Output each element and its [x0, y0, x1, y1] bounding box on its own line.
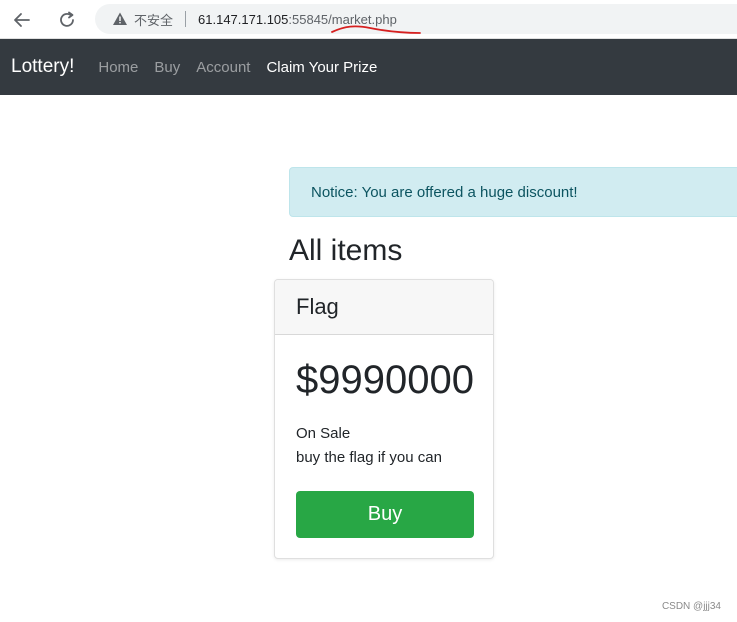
card-header: Flag	[275, 280, 493, 335]
nav-buy[interactable]: Buy	[154, 59, 180, 76]
item-description: On Sale buy the flag if you can	[296, 422, 442, 470]
brand-logo[interactable]: Lottery!	[11, 56, 74, 78]
browser-toolbar: 不安全 61.147.171.105:55845/market.php	[0, 0, 737, 39]
page-title: All items	[289, 234, 403, 267]
item-price: $9990000	[296, 358, 474, 402]
back-button[interactable]	[9, 7, 35, 33]
nav-claim-prize[interactable]: Claim Your Prize	[266, 59, 377, 76]
nav-account[interactable]: Account	[196, 59, 250, 76]
watermark: CSDN @jjj34	[661, 601, 721, 612]
back-arrow-icon	[14, 13, 30, 27]
security-status[interactable]: 不安全	[134, 10, 173, 29]
red-underline-annotation	[331, 25, 421, 34]
warning-icon	[112, 11, 128, 27]
nav-home[interactable]: Home	[98, 59, 138, 76]
item-status: On Sale	[296, 425, 351, 442]
top-navbar: Lottery! Home Buy Account Claim Your Pri…	[0, 39, 737, 95]
buy-button[interactable]: Buy	[296, 491, 474, 538]
item-details: buy the flag if you can	[296, 449, 442, 466]
notice-text: Notice: You are offered a huge discount!	[311, 183, 578, 201]
item-card: Flag $9990000 On Sale buy the flag if yo…	[274, 279, 494, 559]
reload-icon	[60, 11, 74, 27]
url-host: 61.147.171.105	[198, 11, 289, 27]
reload-button[interactable]	[54, 7, 80, 33]
divider	[185, 11, 187, 27]
discount-notice: Notice: You are offered a huge discount!	[289, 167, 737, 217]
